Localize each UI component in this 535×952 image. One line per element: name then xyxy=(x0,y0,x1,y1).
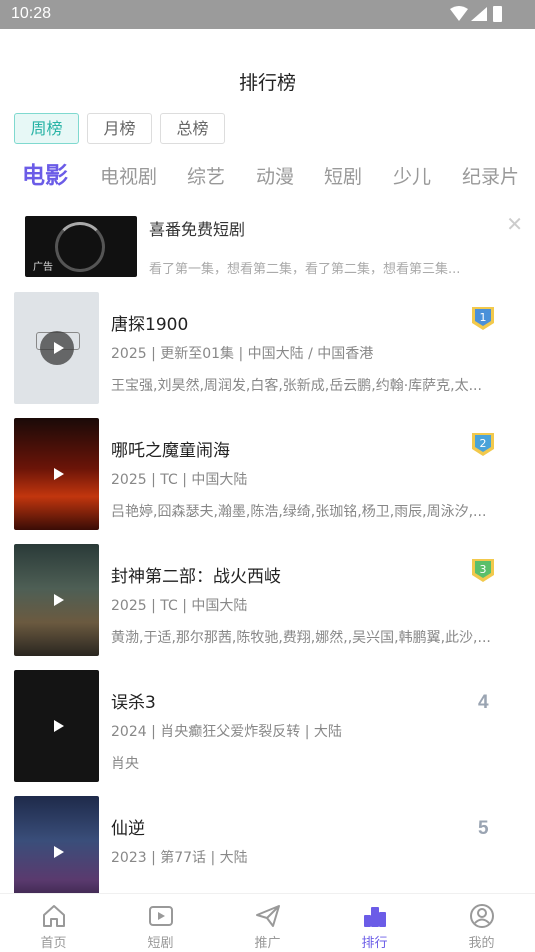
nav-label: 短剧 xyxy=(147,936,174,951)
status-time: 10:28 xyxy=(11,5,52,22)
ad-title: 喜番免费短剧 xyxy=(149,220,246,239)
nav-home[interactable]: 首页 xyxy=(0,894,107,952)
list-item[interactable]: 仙逆 2023 | 第77话 | 大陆 5 xyxy=(0,796,535,893)
loading-spinner-icon xyxy=(55,222,105,272)
item-title: 哪吒之魔童闹海 xyxy=(111,441,230,461)
item-title: 误杀3 xyxy=(111,693,156,713)
battery-icon xyxy=(493,6,502,22)
nav-short-drama[interactable]: 短剧 xyxy=(107,894,214,952)
item-title: 封神第二部：战火西岐 xyxy=(111,567,281,587)
tab-movie[interactable]: 电影 xyxy=(22,161,68,191)
rank-badge-icon: 3 xyxy=(472,559,494,582)
item-cast: 王宝强,刘昊然,周润发,白客,张新成,岳云鹏,约翰·库萨克,太... xyxy=(111,378,482,394)
list-item[interactable]: 唐探1900 2025 | 更新至01集 | 中国大陆 / 中国香港 王宝强,刘… xyxy=(0,292,535,405)
tab-variety[interactable]: 综艺 xyxy=(187,162,225,192)
ad-thumbnail[interactable]: 广告 xyxy=(25,216,137,277)
item-meta: 2024 | 肖央癫狂父爱炸裂反转 | 大陆 xyxy=(111,724,342,740)
tab-short-drama[interactable]: 短剧 xyxy=(324,162,362,192)
item-cast: 黄渤,于适,那尔那茜,陈牧驰,费翔,娜然,,吴兴国,韩鹏翼,此沙,... xyxy=(111,630,491,646)
close-icon[interactable]: ✕ xyxy=(506,212,523,236)
rank-number: 3 xyxy=(480,563,487,576)
play-icon xyxy=(53,342,64,354)
tab-monthly[interactable]: 月榜 xyxy=(87,113,152,144)
bottom-nav: 首页 短剧 推广 排行 我的 xyxy=(0,893,535,951)
home-icon xyxy=(42,905,65,927)
play-icon xyxy=(53,720,64,732)
ad-tag: 广告 xyxy=(33,262,53,273)
tab-weekly[interactable]: 周榜 xyxy=(14,113,79,144)
rank-number: 1 xyxy=(480,311,487,324)
poster-thumbnail[interactable] xyxy=(14,670,99,782)
nav-promote[interactable]: 推广 xyxy=(214,894,321,952)
tab-kids[interactable]: 少儿 xyxy=(393,162,431,192)
nav-label: 我的 xyxy=(468,936,495,951)
tab-documentary[interactable]: 纪录片 xyxy=(462,162,519,192)
signal-icon xyxy=(471,7,487,21)
status-bar: 10:28 xyxy=(0,0,535,29)
item-meta: 2025 | TC | 中国大陆 xyxy=(111,598,248,614)
list-item[interactable]: 误杀3 2024 | 肖央癫狂父爱炸裂反转 | 大陆 肖央 4 xyxy=(0,670,535,783)
tab-tv-series[interactable]: 电视剧 xyxy=(100,162,157,192)
profile-icon xyxy=(469,904,494,928)
rank-number: 4 xyxy=(478,692,489,713)
item-cast: 吕艳婷,囧森瑟夫,瀚墨,陈浩,绿绮,张珈铭,杨卫,雨辰,周泳汐,... xyxy=(111,504,487,520)
item-meta: 2025 | 更新至01集 | 中国大陆 / 中国香港 xyxy=(111,346,374,362)
item-meta: 2023 | 第77话 | 大陆 xyxy=(111,850,248,866)
play-icon xyxy=(53,594,64,606)
ranking-icon xyxy=(363,907,386,927)
list-item[interactable]: 哪吒之魔童闹海 2025 | TC | 中国大陆 吕艳婷,囧森瑟夫,瀚墨,陈浩,… xyxy=(0,418,535,531)
tab-total[interactable]: 总榜 xyxy=(160,113,225,144)
item-meta: 2025 | TC | 中国大陆 xyxy=(111,472,248,488)
rank-number: 5 xyxy=(478,818,489,839)
poster-thumbnail[interactable] xyxy=(14,418,99,530)
poster-thumbnail[interactable] xyxy=(14,292,99,404)
nav-label: 首页 xyxy=(40,936,67,951)
page-title: 排行榜 xyxy=(238,72,296,94)
status-icons xyxy=(450,6,502,22)
video-icon xyxy=(148,906,173,926)
send-icon xyxy=(255,905,280,927)
nav-label: 排行 xyxy=(361,936,388,951)
play-icon xyxy=(53,468,64,480)
nav-profile[interactable]: 我的 xyxy=(428,894,535,952)
nav-ranking[interactable]: 排行 xyxy=(321,894,428,952)
rank-badge-icon: 1 xyxy=(472,307,494,330)
category-tabs: 电影 电视剧 综艺 动漫 短剧 少儿 纪录片 xyxy=(0,162,535,196)
poster-thumbnail[interactable] xyxy=(14,544,99,656)
ad-banner[interactable]: 广告 喜番免费短剧 看了第一集，想看第二集，看了第二集，想看第三集... ✕ xyxy=(25,212,525,278)
ad-description: 看了第一集，想看第二集，看了第二集，想看第三集... xyxy=(149,262,461,277)
play-icon xyxy=(53,846,64,858)
item-title: 仙逆 xyxy=(111,819,145,839)
item-title: 唐探1900 xyxy=(111,315,189,335)
rank-badge-icon: 2 xyxy=(472,433,494,456)
list-item[interactable]: 封神第二部：战火西岐 2025 | TC | 中国大陆 黄渤,于适,那尔那茜,陈… xyxy=(0,544,535,657)
nav-label: 推广 xyxy=(254,936,281,951)
wifi-icon xyxy=(450,6,468,21)
item-cast: 肖央 xyxy=(111,756,139,772)
poster-thumbnail[interactable] xyxy=(14,796,99,893)
rank-number: 2 xyxy=(480,437,487,450)
tab-anime[interactable]: 动漫 xyxy=(256,162,294,192)
